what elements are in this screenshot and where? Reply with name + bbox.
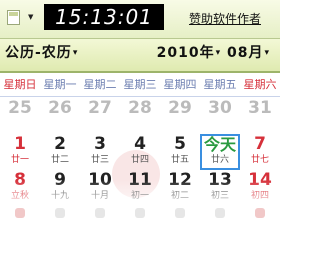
lunar-date: 廿二 — [50, 155, 69, 165]
weekday-label: 星期三 — [123, 78, 157, 91]
weekday-divider — [0, 96, 280, 97]
faded-day-marker — [120, 208, 160, 218]
top-toolbar: ▼ 15:13:01 赞助软件作者 — [0, 0, 280, 39]
day-cell[interactable]: 31 — [240, 98, 280, 134]
today-cell[interactable]: 今天 廿六 — [200, 134, 240, 170]
today-label: 今天 — [203, 135, 236, 154]
weekday-label: 星期五 — [203, 78, 237, 91]
day-cell[interactable]: 30 — [200, 98, 240, 134]
weekday-label: 星期一 — [43, 78, 77, 91]
digital-clock: 15:13:01 — [44, 4, 164, 30]
day-number: 30 — [208, 98, 232, 118]
sponsor-link[interactable]: 赞助软件作者 — [175, 6, 275, 32]
faded-day-marker — [40, 208, 80, 218]
day-cell[interactable]: 1 廿一 — [0, 134, 40, 170]
week-row: 1 廿一 2 廿二 3 廿三 4 廿四 5 廿五 今天 廿六 7 廿七 — [0, 134, 280, 170]
weekday-label: 星期四 — [163, 78, 197, 91]
day-number: 28 — [128, 98, 152, 118]
faded-day-marker — [160, 208, 200, 218]
month-select[interactable]: 08月▾ — [227, 42, 270, 62]
day-number: 3 — [94, 134, 106, 154]
day-cell[interactable]: 26 — [40, 98, 80, 134]
weekday-label: 星期六 — [243, 78, 277, 91]
calendar-mode-label: 公历-农历 — [5, 45, 72, 61]
day-number: 26 — [48, 98, 72, 118]
day-number: 25 — [8, 98, 32, 118]
year-month-selector: 2010年▾ 08月▾ — [157, 42, 270, 62]
day-number: 5 — [174, 134, 186, 154]
day-cell[interactable]: 5 廿五 — [160, 134, 200, 170]
lunar-date: 廿三 — [90, 155, 109, 165]
calendar-mode-select[interactable]: 公历-农历▾ — [5, 42, 78, 62]
faded-week-row — [0, 208, 280, 218]
month-label: 08月 — [226, 45, 264, 61]
faded-day-marker — [0, 208, 40, 218]
chevron-down-icon: ▾ — [72, 48, 79, 58]
chevron-down-icon: ▾ — [264, 48, 270, 58]
chevron-down-icon[interactable]: ▼ — [28, 14, 33, 21]
day-cell[interactable]: 27 — [80, 98, 120, 134]
chevron-down-icon: ▾ — [215, 48, 222, 58]
day-number: 7 — [254, 134, 266, 154]
day-cell[interactable]: 25 — [0, 98, 40, 134]
weekday-label: 星期二 — [83, 78, 117, 91]
lunar-date: 廿七 — [250, 155, 269, 165]
weekday-row: 星期日 星期一 星期二 星期三 星期四 星期五 星期六 — [0, 76, 280, 94]
year-label: 2010年 — [156, 45, 215, 61]
day-cell[interactable]: 7 廿七 — [240, 134, 280, 170]
fade-overlay — [0, 180, 280, 270]
week-row: 25 26 27 28 29 30 31 — [0, 98, 280, 134]
day-number: 29 — [168, 98, 192, 118]
lunar-date: 廿四 — [130, 155, 149, 165]
calendar-menu-icon[interactable] — [7, 10, 20, 25]
day-number: 1 — [14, 134, 26, 154]
weekday-label: 星期日 — [3, 78, 37, 91]
header-divider — [0, 71, 280, 73]
lunar-date: 廿五 — [170, 155, 189, 165]
lunar-date: 廿一 — [10, 155, 29, 165]
day-cell[interactable]: 29 — [160, 98, 200, 134]
day-cell[interactable]: 3 廿三 — [80, 134, 120, 170]
day-number: 2 — [54, 134, 66, 154]
day-number: 27 — [88, 98, 112, 118]
day-cell[interactable]: 2 廿二 — [40, 134, 80, 170]
lunar-date: 廿六 — [210, 155, 229, 165]
faded-day-marker — [80, 208, 120, 218]
day-number: 31 — [248, 98, 272, 118]
day-number: 4 — [134, 134, 146, 154]
day-cell[interactable]: 28 — [120, 98, 160, 134]
faded-day-marker — [200, 208, 240, 218]
faded-day-marker — [240, 208, 280, 218]
day-cell[interactable]: 4 廿四 — [120, 134, 160, 170]
year-select[interactable]: 2010年▾ — [157, 42, 222, 62]
